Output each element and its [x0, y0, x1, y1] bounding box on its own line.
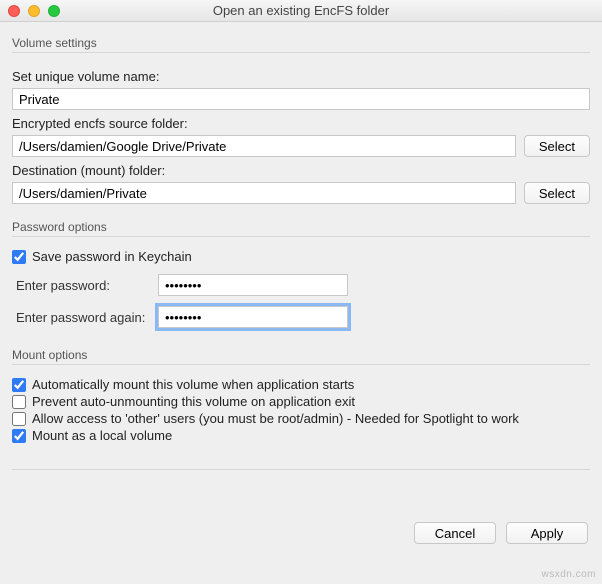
footer-buttons: Cancel Apply [414, 522, 588, 544]
password-again-input[interactable] [158, 306, 348, 328]
mount-options-group: Automatically mount this volume when app… [12, 364, 590, 451]
local-volume-label: Mount as a local volume [32, 428, 172, 443]
close-icon[interactable] [8, 5, 20, 17]
local-volume-checkbox[interactable] [12, 429, 26, 443]
auto-mount-label: Automatically mount this volume when app… [32, 377, 354, 392]
window-title: Open an existing EncFS folder [8, 3, 594, 18]
source-folder-label: Encrypted encfs source folder: [12, 116, 590, 131]
password-again-label: Enter password again: [12, 310, 152, 325]
save-keychain-checkbox[interactable] [12, 250, 26, 264]
volume-name-input[interactable] [12, 88, 590, 110]
watermark-text: wsxdn.com [541, 569, 596, 580]
password-input[interactable] [158, 274, 348, 296]
auto-mount-checkbox[interactable] [12, 378, 26, 392]
cancel-button[interactable]: Cancel [414, 522, 496, 544]
password-options-group: Save password in Keychain Enter password… [12, 236, 590, 338]
prevent-unmount-label: Prevent auto-unmounting this volume on a… [32, 394, 355, 409]
footer-divider [12, 469, 590, 470]
allow-other-label: Allow access to 'other' users (you must … [32, 411, 519, 426]
volume-name-label: Set unique volume name: [12, 69, 590, 84]
save-keychain-label: Save password in Keychain [32, 249, 192, 264]
minimize-icon[interactable] [28, 5, 40, 17]
zoom-icon[interactable] [48, 5, 60, 17]
password-options-label: Password options [12, 220, 590, 234]
mount-options-label: Mount options [12, 348, 590, 362]
dest-folder-input[interactable] [12, 182, 516, 204]
apply-button[interactable]: Apply [506, 522, 588, 544]
source-folder-input[interactable] [12, 135, 516, 157]
window-controls [8, 5, 60, 17]
volume-settings-group: Set unique volume name: Encrypted encfs … [12, 52, 590, 210]
titlebar: Open an existing EncFS folder [0, 0, 602, 22]
prevent-unmount-checkbox[interactable] [12, 395, 26, 409]
source-select-button[interactable]: Select [524, 135, 590, 157]
dest-select-button[interactable]: Select [524, 182, 590, 204]
dest-folder-label: Destination (mount) folder: [12, 163, 590, 178]
password-label: Enter password: [12, 278, 152, 293]
volume-settings-label: Volume settings [12, 36, 590, 50]
allow-other-checkbox[interactable] [12, 412, 26, 426]
